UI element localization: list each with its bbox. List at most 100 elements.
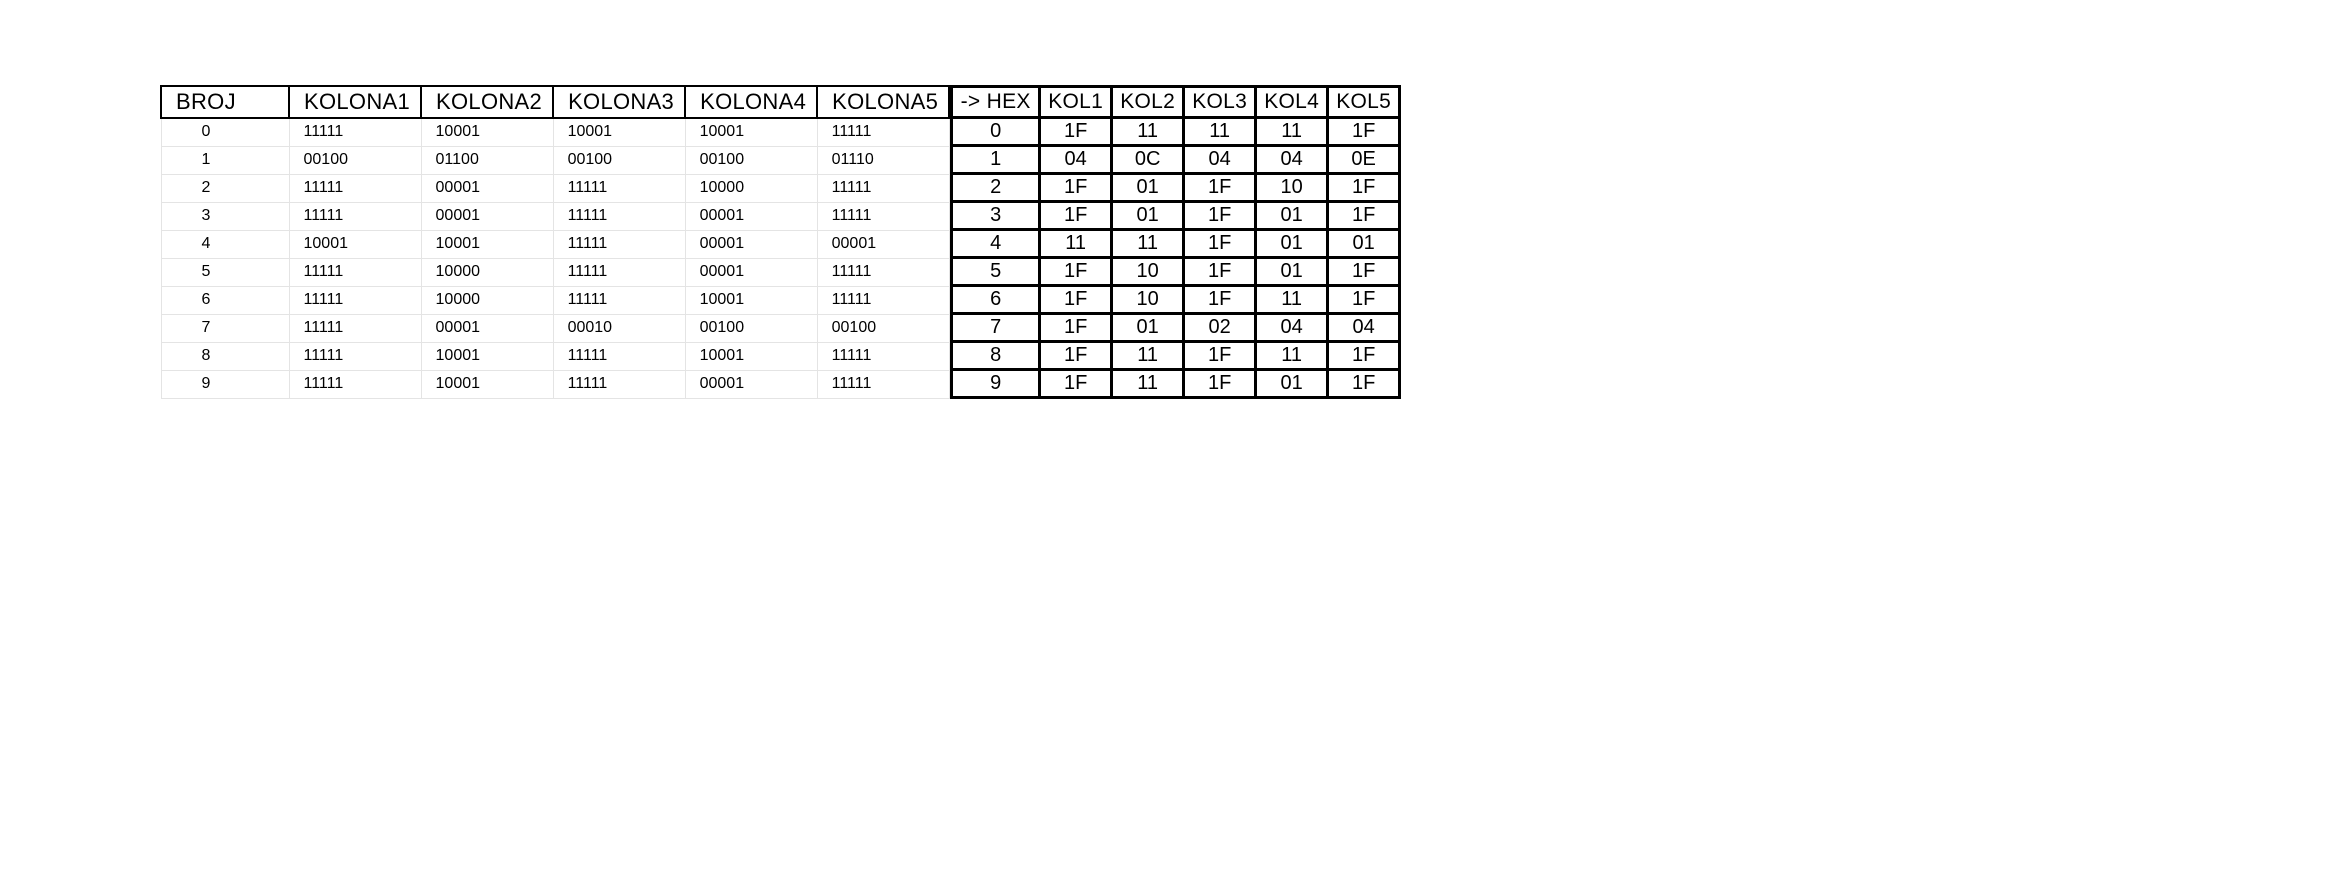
cell-kol2: 10 [1112, 258, 1184, 286]
cell-kol1: 1F [1040, 370, 1112, 398]
table-row: 4 10001 10001 11111 00001 00001 [161, 230, 949, 258]
cell-kol3: 1F [1184, 286, 1256, 314]
table-row: 8 11111 10001 11111 10001 11111 [161, 342, 949, 370]
table-row: 1 00100 01100 00100 00100 01110 [161, 146, 949, 174]
table-row: 1 04 0C 04 04 0E [952, 146, 1400, 174]
cell-hex: 6 [952, 286, 1040, 314]
cell-kol2: 00001 [421, 202, 553, 230]
cell-hex: 3 [952, 202, 1040, 230]
cell-kol3: 1F [1184, 174, 1256, 202]
cell-kol4: 10 [1256, 174, 1328, 202]
cell-kol3: 1F [1184, 258, 1256, 286]
cell-kol3: 10001 [553, 118, 685, 146]
cell-kol2: 10001 [421, 370, 553, 398]
cell-kol5: 00001 [817, 230, 949, 258]
cell-kol4: 10001 [685, 118, 817, 146]
cell-kol5: 1F [1328, 202, 1400, 230]
cell-kol1: 1F [1040, 258, 1112, 286]
table-row: 8 1F 11 1F 11 1F [952, 342, 1400, 370]
hex-header-kol4: KOL4 [1256, 87, 1328, 118]
hex-header-row: -> HEX KOL1 KOL2 KOL3 KOL4 KOL5 [952, 87, 1400, 118]
cell-kol4: 04 [1256, 314, 1328, 342]
cell-broj: 1 [161, 146, 289, 174]
cell-kol3: 11111 [553, 258, 685, 286]
cell-kol4: 11 [1256, 118, 1328, 146]
cell-kol2: 10001 [421, 118, 553, 146]
binary-header-broj: BROJ [161, 86, 289, 118]
cell-kol3: 11 [1184, 118, 1256, 146]
cell-broj: 8 [161, 342, 289, 370]
cell-kol2: 10001 [421, 230, 553, 258]
cell-kol4: 10000 [685, 174, 817, 202]
cell-kol4: 01 [1256, 258, 1328, 286]
cell-kol3: 11111 [553, 342, 685, 370]
cell-kol5: 04 [1328, 314, 1400, 342]
cell-kol1: 1F [1040, 202, 1112, 230]
cell-broj: 0 [161, 118, 289, 146]
cell-kol5: 11111 [817, 342, 949, 370]
cell-hex: 7 [952, 314, 1040, 342]
table-row: 7 11111 00001 00010 00100 00100 [161, 314, 949, 342]
cell-kol2: 11 [1112, 230, 1184, 258]
cell-kol1: 11 [1040, 230, 1112, 258]
cell-kol1: 1F [1040, 174, 1112, 202]
table-row: 6 1F 10 1F 11 1F [952, 286, 1400, 314]
table-row: 5 1F 10 1F 01 1F [952, 258, 1400, 286]
cell-kol1: 1F [1040, 314, 1112, 342]
cell-kol5: 11111 [817, 258, 949, 286]
binary-header-kolona5: KOLONA5 [817, 86, 949, 118]
hex-table: -> HEX KOL1 KOL2 KOL3 KOL4 KOL5 0 1F 11 … [950, 85, 1401, 399]
cell-hex: 8 [952, 342, 1040, 370]
cell-kol4: 11 [1256, 286, 1328, 314]
cell-kol5: 1F [1328, 118, 1400, 146]
cell-kol4: 00100 [685, 314, 817, 342]
hex-header-kol1: KOL1 [1040, 87, 1112, 118]
binary-header-kolona3: KOLONA3 [553, 86, 685, 118]
cell-hex: 2 [952, 174, 1040, 202]
cell-kol1: 11111 [289, 286, 421, 314]
table-row: 3 11111 00001 11111 00001 11111 [161, 202, 949, 230]
cell-kol2: 01 [1112, 314, 1184, 342]
table-row: 0 11111 10001 10001 10001 11111 [161, 118, 949, 146]
hex-header-kol2: KOL2 [1112, 87, 1184, 118]
table-row: 2 11111 00001 11111 10000 11111 [161, 174, 949, 202]
table-row: 9 1F 11 1F 01 1F [952, 370, 1400, 398]
cell-kol5: 11111 [817, 174, 949, 202]
table-row: 9 11111 10001 11111 00001 11111 [161, 370, 949, 398]
cell-broj: 9 [161, 370, 289, 398]
cell-kol5: 1F [1328, 174, 1400, 202]
cell-kol2: 01 [1112, 202, 1184, 230]
cell-kol1: 10001 [289, 230, 421, 258]
cell-kol3: 02 [1184, 314, 1256, 342]
binary-header-kolona1: KOLONA1 [289, 86, 421, 118]
cell-kol5: 11111 [817, 202, 949, 230]
cell-kol1: 1F [1040, 342, 1112, 370]
cell-broj: 7 [161, 314, 289, 342]
cell-kol5: 00100 [817, 314, 949, 342]
table-row: 0 1F 11 11 11 1F [952, 118, 1400, 146]
cell-hex: 4 [952, 230, 1040, 258]
cell-kol1: 00100 [289, 146, 421, 174]
cell-kol3: 11111 [553, 370, 685, 398]
table-row: 2 1F 01 1F 10 1F [952, 174, 1400, 202]
cell-kol3: 1F [1184, 370, 1256, 398]
cell-kol1: 11111 [289, 258, 421, 286]
binary-header-kolona4: KOLONA4 [685, 86, 817, 118]
cell-kol4: 10001 [685, 342, 817, 370]
table-row: 4 11 11 1F 01 01 [952, 230, 1400, 258]
cell-kol3: 00100 [553, 146, 685, 174]
binary-table: BROJ KOLONA1 KOLONA2 KOLONA3 KOLONA4 KOL… [160, 85, 950, 399]
hex-header-kol5: KOL5 [1328, 87, 1400, 118]
cell-kol5: 1F [1328, 286, 1400, 314]
cell-kol5: 1F [1328, 370, 1400, 398]
cell-kol5: 1F [1328, 258, 1400, 286]
cell-kol4: 01 [1256, 202, 1328, 230]
cell-kol1: 1F [1040, 286, 1112, 314]
cell-kol2: 11 [1112, 342, 1184, 370]
cell-kol3: 04 [1184, 146, 1256, 174]
cell-kol4: 00001 [685, 230, 817, 258]
cell-kol1: 11111 [289, 174, 421, 202]
cell-kol2: 11 [1112, 370, 1184, 398]
cell-hex: 9 [952, 370, 1040, 398]
cell-kol3: 1F [1184, 230, 1256, 258]
